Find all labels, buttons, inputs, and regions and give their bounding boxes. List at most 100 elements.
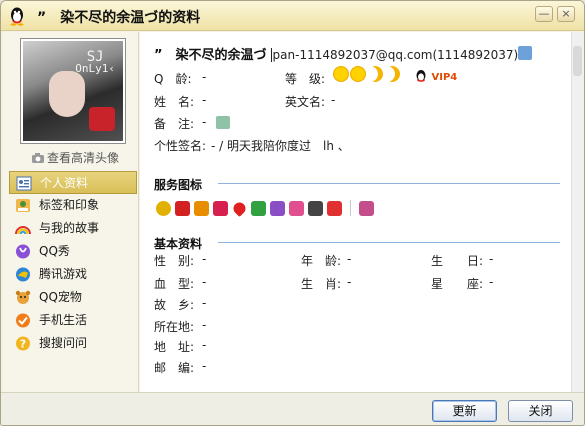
avatar-face — [49, 71, 85, 117]
tag-icon — [16, 199, 30, 212]
vip-penguin-icon — [416, 70, 426, 82]
gender-value: - — [202, 252, 207, 266]
edit-remark-icon[interactable] — [216, 116, 230, 129]
english-name-value: - — [331, 93, 336, 107]
sidebar-item-label: 标签和印象 — [39, 198, 100, 212]
avatar-caption-line2: OnLy1‹ — [75, 62, 115, 75]
postcode-value: - — [202, 359, 207, 373]
services-section-title: 服务图标 — [154, 178, 203, 192]
sidebar-item-label: 与我的故事 — [39, 221, 100, 235]
sun-icon — [333, 66, 349, 82]
diamond-purple-icon[interactable] — [270, 200, 285, 216]
sidebar-item-label: 搜搜问问 — [39, 336, 88, 350]
avatar[interactable]: SJ OnLy1‹ — [20, 38, 126, 144]
constellation-label: 星 座: — [431, 277, 484, 291]
sidebar-nav: 个人资料 标签和印象 与我的故事 QQ秀 腾讯游戏 QQ宠物 手机生活 ? 搜搜… — [9, 171, 137, 355]
title-bar[interactable]: ” 染不尽的余温づ的资料 — × — [1, 1, 584, 31]
avatar-caption: SJ OnLy1‹ — [75, 50, 115, 75]
hometown-value: - — [202, 296, 207, 310]
contact-card-icon[interactable] — [518, 46, 532, 60]
birthday-label: 生 日: — [431, 254, 484, 268]
zodiac-label: 生 肖: — [301, 277, 342, 291]
moon-icon — [367, 66, 383, 82]
diamond-red-icon[interactable] — [213, 200, 228, 216]
sidebar-item-label: QQ秀 — [39, 244, 70, 258]
heart-icon[interactable] — [231, 199, 248, 217]
sidebar-item-profile[interactable]: 个人资料 — [9, 171, 137, 194]
basic-divider — [218, 242, 560, 243]
basic-section-title: 基本资料 — [154, 237, 203, 251]
content-scrollbar[interactable] — [571, 32, 584, 392]
gender-label: 性 别: — [154, 254, 195, 268]
sidebar-item-label: QQ宠物 — [39, 290, 82, 304]
view-hd-avatar-link[interactable]: 查看高清头像 — [31, 149, 119, 166]
close-window-button[interactable]: × — [557, 6, 575, 22]
account-email[interactable]: pan-1114892037@qq.com(1114892037) — [270, 48, 518, 62]
sun-icon — [350, 66, 366, 82]
vip-badge[interactable]: VIP4 — [414, 69, 457, 83]
left-panel: SJ OnLy1‹ 查看高清头像 个人资料 标签和印象 与我的故事 QQ秀 腾讯… — [3, 32, 139, 392]
diamond-orange-icon[interactable] — [194, 200, 209, 216]
close-button[interactable]: 关闭 — [508, 400, 573, 422]
address-label: 地 址: — [154, 340, 195, 354]
location-label: 所在地: — [154, 320, 195, 334]
qage-label: Q 龄: — [154, 72, 192, 86]
blood-type-value: - — [202, 275, 207, 289]
camera-icon — [32, 153, 44, 163]
avatar-image: SJ OnLy1‹ — [23, 41, 123, 141]
window-title: ” 染不尽的余温づ的资料 — [37, 10, 201, 26]
qq-penguin-icon — [10, 7, 24, 26]
svg-text:?: ? — [20, 338, 26, 351]
diamond-green-icon[interactable] — [251, 200, 266, 216]
profile-card-icon — [16, 176, 32, 191]
sidebar-item-stories[interactable]: 与我的故事 — [9, 217, 137, 240]
sidebar-item-label: 腾讯游戏 — [39, 267, 88, 281]
constellation-value: - — [489, 275, 494, 289]
moon-icon — [384, 66, 400, 82]
sidebar-item-tags[interactable]: 标签和印象 — [9, 194, 137, 217]
refresh-button[interactable]: 更新 — [432, 400, 497, 422]
sidebar-item-mobile[interactable]: 手机生活 — [9, 309, 137, 332]
location-value: - — [202, 318, 207, 332]
vip-label: VIP4 — [431, 72, 458, 83]
penguin-icon[interactable] — [175, 200, 190, 216]
services-divider — [218, 183, 560, 184]
qage-value: - — [202, 70, 207, 84]
view-hd-avatar-label: 查看高清头像 — [47, 151, 120, 165]
remark-value: - — [202, 115, 207, 129]
level-icons[interactable] — [333, 66, 401, 82]
sidebar-item-pet[interactable]: QQ宠物 — [9, 286, 137, 309]
sidebar-item-label: 个人资料 — [40, 176, 89, 190]
nickname: ” 染不尽的余温づ — [154, 48, 267, 63]
signature-value: - / 明天我陪你度过 lh 、 — [211, 139, 350, 153]
signature-label: 个性签名: — [154, 139, 207, 153]
diamond-yellow-icon[interactable] — [156, 200, 171, 216]
service-separator — [350, 200, 351, 216]
birthday-value: - — [489, 252, 494, 266]
minimize-button[interactable]: — — [535, 6, 553, 22]
nickname-row: ” 染不尽的余温づ pan-1114892037@qq.com(111489203… — [154, 44, 518, 63]
star-icon[interactable] — [327, 200, 342, 216]
sidebar-item-label: 手机生活 — [39, 313, 88, 327]
profile-window: ” 染不尽的余温づ的资料 — × SJ OnLy1‹ 查看高清头像 个人资料 标… — [0, 0, 585, 426]
remark-label: 备 注: — [154, 117, 195, 131]
name-value: - — [202, 93, 207, 107]
sidebar-item-soso[interactable]: ? 搜搜问问 — [9, 332, 137, 355]
sidebar-item-games[interactable]: 腾讯游戏 — [9, 263, 137, 286]
name-label: 姓 名: — [154, 95, 195, 109]
heart-purple-icon[interactable] — [359, 200, 374, 216]
hometown-label: 故 乡: — [154, 298, 195, 312]
phone-check-icon — [16, 313, 30, 328]
address-value: - — [202, 338, 207, 352]
bottom-bar: 更新 关闭 — [1, 392, 584, 425]
diamond-black-icon[interactable] — [308, 200, 323, 216]
game-icon — [16, 267, 30, 282]
scrollbar-thumb[interactable] — [573, 46, 582, 76]
rainbow-icon — [15, 226, 31, 235]
diamond-pink-icon[interactable] — [289, 200, 304, 216]
english-name-label: 英文名: — [285, 95, 326, 109]
service-icons — [156, 199, 378, 217]
sidebar-item-qqshow[interactable]: QQ秀 — [9, 240, 137, 263]
level-label: 等 级: — [285, 72, 326, 86]
age-label: 年 龄: — [301, 254, 342, 268]
